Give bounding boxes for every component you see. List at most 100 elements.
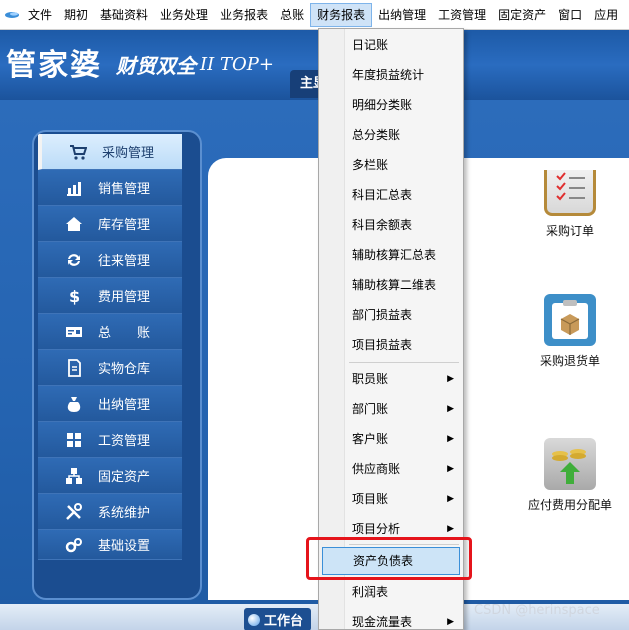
- sidebar-item-label: 实物仓库: [98, 362, 151, 377]
- sidebar-item-system-maintenance[interactable]: 系统维护: [38, 494, 182, 530]
- menu-item-cash-flow[interactable]: 现金流量表 ▶: [322, 608, 460, 629]
- submenu-arrow-icon: ▶: [447, 404, 454, 414]
- sidebar-item-label: 出纳管理: [98, 398, 151, 413]
- menu-item-label: 明细分类账: [352, 98, 413, 112]
- menu-item-journal[interactable]: 日记账: [322, 31, 460, 59]
- workbench-label: 工作台: [264, 614, 304, 629]
- submenu-arrow-icon: ▶: [447, 617, 454, 627]
- sidebar-item-label: 往来管理: [98, 254, 151, 269]
- menu-business-processing[interactable]: 业务处理: [154, 3, 214, 27]
- func-label: 采购订单: [545, 224, 594, 238]
- sidebar-item-fixed-assets[interactable]: 固定资产: [38, 458, 182, 494]
- menu-opening[interactable]: 期初: [58, 3, 94, 27]
- sidebar-item-label: 销售管理: [98, 182, 151, 197]
- menu-item-label: 科目汇总表: [352, 188, 413, 202]
- highlight-annotation-box: [306, 537, 472, 580]
- sidebar: 采购管理 销售管理 库存管理 往来管理 $ 费用管理 总 账 实物仓库 出纳管理…: [32, 130, 202, 600]
- box-return-icon: [544, 294, 596, 346]
- menu-financial-reports[interactable]: 财务报表: [310, 2, 373, 27]
- menu-fixed-assets[interactable]: 固定资产: [492, 3, 552, 27]
- sidebar-item-label: 库存管理: [98, 218, 151, 233]
- grid-icon: [62, 430, 86, 450]
- app-banner: 管家婆 财贸双全 II TOP+ 主显: [0, 30, 629, 100]
- workbench-button[interactable]: 工作台: [244, 608, 312, 630]
- menu-payroll[interactable]: 工资管理: [432, 3, 492, 27]
- sidebar-item-inventory[interactable]: 库存管理: [38, 206, 182, 242]
- sidebar-item-label: 系统维护: [98, 506, 151, 521]
- tools-icon: [62, 502, 86, 522]
- home-icon: [62, 214, 86, 234]
- menu-item-account-summary[interactable]: 科目汇总表: [322, 181, 460, 209]
- menu-item-label: 科目余额表: [352, 218, 413, 232]
- menu-item-income-statement[interactable]: 利润表: [322, 578, 460, 606]
- func-purchase-return[interactable]: 采购退货单: [527, 294, 613, 369]
- sidebar-item-label: 固定资产: [98, 470, 151, 485]
- sidebar-item-ledger[interactable]: 总 账: [38, 314, 182, 350]
- menu-item-dept-pl[interactable]: 部门损益表: [322, 301, 460, 329]
- menu-item-aux-2d[interactable]: 辅助核算二维表: [322, 271, 460, 299]
- menu-item-label: 项目账: [352, 492, 389, 506]
- func-purchase-order[interactable]: 采购订单: [530, 170, 610, 239]
- menu-item-label: 项目损益表: [352, 338, 413, 352]
- menu-item-label: 辅助核算二维表: [352, 278, 437, 292]
- hierarchy-icon: [62, 466, 86, 486]
- app-logo-icon[interactable]: [2, 5, 22, 25]
- menu-item-label: 供应商账: [352, 462, 401, 476]
- logo-main-text: 管家婆: [6, 48, 102, 83]
- gears-icon: [62, 535, 86, 555]
- menu-item-label: 部门账: [352, 402, 389, 416]
- warehouse-icon: [62, 358, 86, 378]
- cart-icon: [66, 142, 90, 162]
- menu-item-customer-account[interactable]: 客户账 ▶: [322, 425, 460, 453]
- menu-item-detail-ledger[interactable]: 明细分类账: [322, 91, 460, 119]
- menu-item-dept-account[interactable]: 部门账 ▶: [322, 395, 460, 423]
- menu-item-label: 日记账: [352, 38, 389, 52]
- sidebar-item-payroll[interactable]: 工资管理: [38, 422, 182, 458]
- sidebar-item-warehouse[interactable]: 实物仓库: [38, 350, 182, 386]
- sidebar-item-label: 总 账: [98, 326, 151, 341]
- sidebar-item-expenses[interactable]: $ 费用管理: [38, 278, 182, 314]
- menu-item-project-account[interactable]: 项目账 ▶: [322, 485, 460, 513]
- func-label: 采购退货单: [539, 354, 600, 368]
- func-label: 应付费用分配单: [527, 498, 612, 512]
- menu-separator: [349, 362, 459, 363]
- coins-arrow-icon: [544, 438, 596, 490]
- logo-sub-text: 财贸双全: [116, 54, 196, 78]
- menu-item-supplier-account[interactable]: 供应商账 ▶: [322, 455, 460, 483]
- menu-file[interactable]: 文件: [22, 3, 58, 27]
- menu-item-annual-pl[interactable]: 年度损益统计: [322, 61, 460, 89]
- sidebar-item-purchase[interactable]: 采购管理: [38, 134, 182, 170]
- watermark-text: CSDN @herinspace: [474, 603, 600, 618]
- menu-item-label: 职员账: [352, 372, 389, 386]
- sidebar-item-sales[interactable]: 销售管理: [38, 170, 182, 206]
- sidebar-list: 采购管理 销售管理 库存管理 往来管理 $ 费用管理 总 账 实物仓库 出纳管理…: [38, 134, 182, 560]
- menu-application[interactable]: 应用: [588, 3, 624, 27]
- menu-item-general-ledger[interactable]: 总分类账: [322, 121, 460, 149]
- menu-item-label: 利润表: [352, 585, 389, 599]
- menu-window[interactable]: 窗口: [552, 3, 588, 27]
- submenu-arrow-icon: ▶: [447, 434, 454, 444]
- bar-chart-icon: [62, 178, 86, 198]
- func-payable-allocation[interactable]: 应付费用分配单: [522, 438, 618, 513]
- sidebar-item-cashier[interactable]: 出纳管理: [38, 386, 182, 422]
- sidebar-item-label: 工资管理: [98, 434, 151, 449]
- sidebar-item-accounts[interactable]: 往来管理: [38, 242, 182, 278]
- menu-cashier[interactable]: 出纳管理: [372, 3, 432, 27]
- svg-text:$: $: [69, 287, 80, 305]
- submenu-arrow-icon: ▶: [447, 494, 454, 504]
- menu-general-ledger[interactable]: 总账: [274, 3, 310, 27]
- submenu-arrow-icon: ▶: [447, 374, 454, 384]
- menu-item-label: 项目分析: [352, 522, 401, 536]
- menu-business-reports[interactable]: 业务报表: [214, 3, 274, 27]
- sidebar-item-basic-settings[interactable]: 基础设置: [38, 530, 182, 560]
- dollar-icon: $: [62, 286, 86, 306]
- menu-item-account-balance[interactable]: 科目余额表: [322, 211, 460, 239]
- money-bag-icon: [62, 394, 86, 414]
- refresh-icon: [62, 250, 86, 270]
- menu-item-project-pl[interactable]: 项目损益表: [322, 331, 460, 359]
- menu-item-multi-column[interactable]: 多栏账: [322, 151, 460, 179]
- menu-item-aux-summary[interactable]: 辅助核算汇总表: [322, 241, 460, 269]
- menu-basic-data[interactable]: 基础资料: [94, 3, 154, 27]
- logo-version-text: II TOP+: [200, 54, 274, 75]
- menu-item-staff-account[interactable]: 职员账 ▶: [322, 365, 460, 393]
